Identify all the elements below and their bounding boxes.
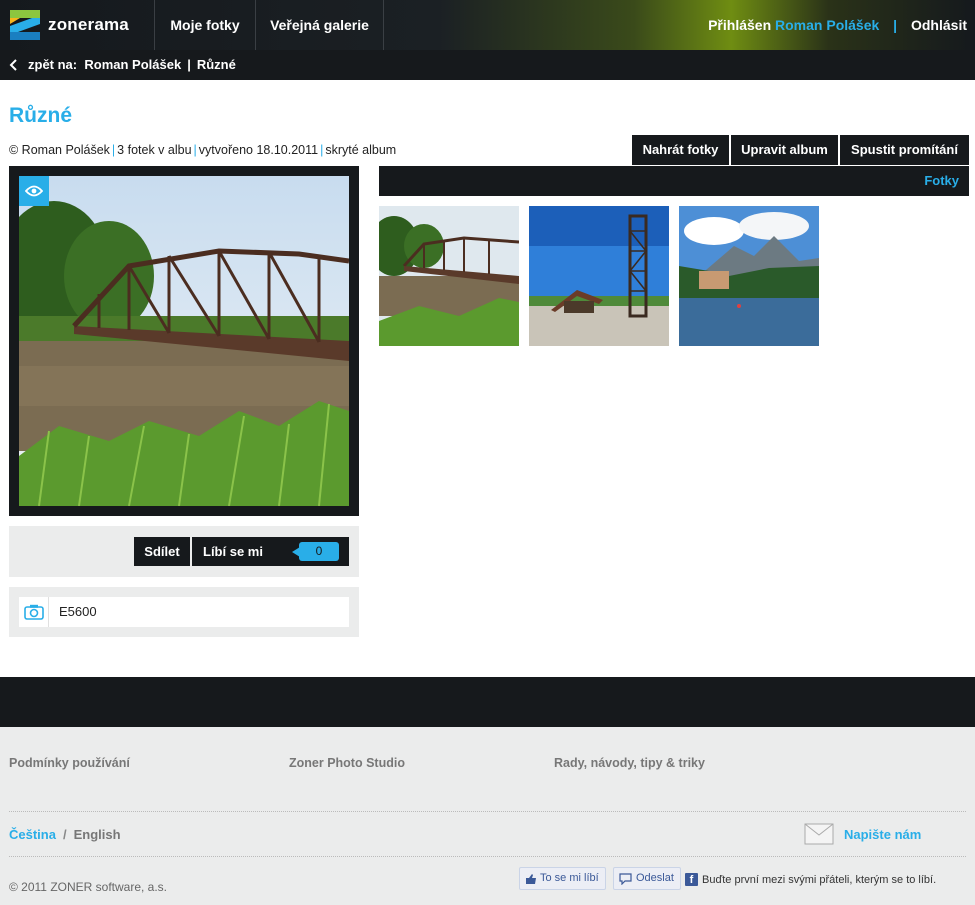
breadcrumb-item-user[interactable]: Roman Polášek xyxy=(84,57,181,72)
copyright: © 2011 ZONER software, a.s. xyxy=(9,880,168,894)
camera-info-panel: E5600 xyxy=(9,587,359,637)
facebook-like-button[interactable]: To se mi líbí xyxy=(519,867,606,890)
top-navigation-bar: zonerama Moje fotky Veřejná galerie Přih… xyxy=(0,0,975,50)
user-name-link[interactable]: Roman Polášek xyxy=(775,17,879,33)
photo-thumbnail[interactable] xyxy=(379,206,519,346)
login-prefix: Přihlášen xyxy=(708,17,772,33)
photos-header-label: Fotky xyxy=(924,173,959,188)
breadcrumb-item-album[interactable]: Různé xyxy=(197,57,236,72)
album-count: 3 fotek v albu xyxy=(117,143,192,157)
camera-icon xyxy=(19,597,49,627)
album-owner: © Roman Polášek xyxy=(9,143,110,157)
logo-text: zonerama xyxy=(48,15,129,34)
eye-icon[interactable] xyxy=(19,176,49,206)
album-visibility: skryté album xyxy=(325,143,397,157)
photos-header: Fotky xyxy=(379,166,969,196)
logout-link[interactable]: Odhlásit xyxy=(911,17,967,33)
speech-bubble-icon xyxy=(619,872,632,885)
start-slideshow-button[interactable]: Spustit promítání xyxy=(840,135,969,165)
nav-divider xyxy=(383,0,384,50)
contact-label: Napište nám xyxy=(844,826,922,842)
like-label: Líbí se mi xyxy=(203,544,263,559)
camera-model: E5600 xyxy=(59,604,97,619)
album-created: vytvořeno 18.10.2011 xyxy=(198,143,319,157)
zonerama-logo[interactable]: zonerama xyxy=(10,10,129,40)
facebook-send-button[interactable]: Odeslat xyxy=(613,867,681,890)
envelope-icon xyxy=(804,823,834,845)
contact-link[interactable]: Napište nám xyxy=(804,823,921,845)
facebook-like-text: f Buďte první mezi svými přáteli, kterým… xyxy=(685,873,936,886)
separator: | xyxy=(187,57,191,72)
camera-info: E5600 xyxy=(19,597,349,627)
like-count-badge: 0 xyxy=(292,542,339,561)
footer: Podmínky používání Zoner Photo Studio Ra… xyxy=(0,727,975,905)
like-button[interactable]: Líbí se mi 0 xyxy=(192,537,349,566)
page-title: Různé xyxy=(9,104,72,127)
zonerama-logo-icon xyxy=(10,10,40,40)
footer-link-tips[interactable]: Rady, návody, tipy & triky xyxy=(554,756,705,770)
divider xyxy=(9,856,966,857)
chevron-left-icon[interactable] xyxy=(8,50,18,91)
album-meta: © Roman Polášek | 3 fotek v albu | vytvořeno… xyxy=(9,143,397,157)
facebook-icon: f xyxy=(685,873,698,886)
divider xyxy=(9,811,966,812)
language-switcher: Čeština / English xyxy=(9,827,121,842)
upload-photos-button[interactable]: Nahrát fotky xyxy=(632,135,729,165)
share-button[interactable]: Sdílet xyxy=(134,537,190,566)
share-panel: Sdílet Líbí se mi 0 xyxy=(9,526,359,577)
footer-link-zoner-photo-studio[interactable]: Zoner Photo Studio xyxy=(289,756,405,770)
thumbs-up-icon xyxy=(526,873,536,884)
lang-english[interactable]: English xyxy=(74,827,121,842)
photo-thumbnail[interactable] xyxy=(679,206,819,346)
breadcrumb-prefix: zpět na: xyxy=(28,57,78,72)
lang-separator: / xyxy=(62,827,67,842)
nav-tab-public-gallery[interactable]: Veřejná galerie xyxy=(256,0,383,50)
separator: | xyxy=(893,17,898,33)
cover-photo[interactable] xyxy=(19,176,349,506)
facebook-send-label: Odeslat xyxy=(636,872,674,884)
facebook-like-message: Buďte první mezi svými přáteli, kterým s… xyxy=(702,873,937,886)
lang-czech[interactable]: Čeština xyxy=(9,827,56,842)
edit-album-button[interactable]: Upravit album xyxy=(731,135,838,165)
photo-thumbnail[interactable] xyxy=(529,206,669,346)
nav-tab-my-photos[interactable]: Moje fotky xyxy=(155,0,255,50)
footer-band xyxy=(0,677,975,727)
footer-link-terms[interactable]: Podmínky používání xyxy=(9,756,130,770)
breadcrumb: zpět na: Roman Polášek | Různé xyxy=(0,50,975,80)
album-cover xyxy=(9,166,359,516)
login-status: Přihlášen Roman Polášek | Odhlásit xyxy=(708,0,967,50)
facebook-like-label: To se mi líbí xyxy=(540,872,599,884)
